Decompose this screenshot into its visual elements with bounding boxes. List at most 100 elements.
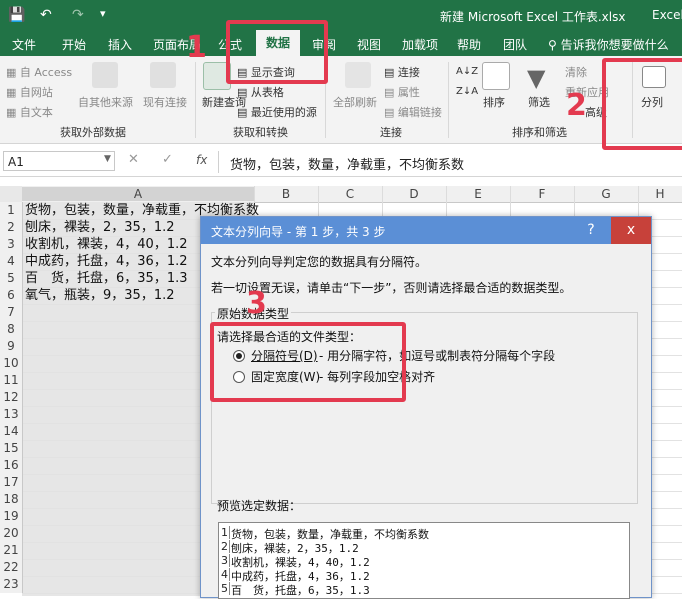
clear-button[interactable]: 清除: [565, 64, 587, 80]
save-icon[interactable]: 💾: [8, 7, 25, 23]
cell-a4[interactable]: 中成药，托盘，4，36，1.2: [25, 253, 188, 270]
row-header[interactable]: 15: [0, 440, 23, 457]
row-header[interactable]: 5: [0, 270, 23, 287]
column-header-h[interactable]: H: [638, 187, 682, 201]
window-title: 新建 Microsoft Excel 工作表.xlsx: [440, 10, 626, 24]
refresh-all-icon: [345, 62, 371, 88]
row-header[interactable]: 9: [0, 338, 23, 355]
properties-button[interactable]: ▤ 属性: [384, 84, 420, 100]
column-header-e[interactable]: E: [446, 187, 510, 201]
annotation-box-text-to-columns: [602, 58, 682, 150]
preview-box[interactable]: 1 货物，包装，数量，净载重，不均衡系数 2 刨床，裸装，2，35，1.2 3 收割机…: [218, 522, 630, 599]
connections-button[interactable]: ▤ 连接: [384, 64, 420, 80]
tab-view[interactable]: 视图: [357, 36, 381, 53]
row-header[interactable]: 16: [0, 457, 23, 474]
edit-links-button[interactable]: ▤ 编辑链接: [384, 104, 442, 120]
group-connections: 连接: [380, 126, 402, 139]
from-web-button[interactable]: ▦ 自网站: [6, 84, 53, 100]
column-header-a[interactable]: A: [22, 187, 254, 201]
select-all-corner[interactable]: [0, 186, 22, 202]
row-header[interactable]: 11: [0, 372, 23, 389]
row-header[interactable]: 13: [0, 406, 23, 423]
row-header[interactable]: 1: [0, 202, 23, 219]
row-header[interactable]: 12: [0, 389, 23, 406]
dialog-intro: 文本分列向导判定您的数据具有分隔符。: [211, 255, 428, 269]
preview-line-number: 3: [221, 554, 230, 567]
tab-file[interactable]: 文件: [12, 36, 36, 53]
filter-button[interactable]: 筛选: [528, 94, 550, 110]
row-header[interactable]: 21: [0, 542, 23, 559]
formula-bar: A1 ▼ ✕ ✓ fx 货物，包装，数量，净载重，不均衡系数: [0, 148, 682, 177]
sort-button[interactable]: 排序: [483, 94, 505, 110]
properties-label: 属性: [397, 86, 420, 99]
refresh-all-button[interactable]: 全部刷新: [333, 94, 377, 110]
row-header[interactable]: 17: [0, 474, 23, 491]
annotation-box-data-tab: [226, 20, 328, 84]
cell-a6[interactable]: 氧气，瓶装，9，35，1.2: [25, 287, 175, 304]
group-get-external-data: 获取外部数据: [60, 126, 126, 139]
tab-addins[interactable]: 加载项: [402, 36, 438, 53]
annotation-number-3: 3: [246, 286, 267, 321]
preview-line-number: 4: [221, 568, 230, 581]
enter-icon[interactable]: ✓: [162, 152, 173, 167]
recent-sources-button[interactable]: ▤ 最近使用的源: [237, 104, 317, 120]
cell-a3[interactable]: 收割机，裸装，4，40，1.2: [25, 236, 188, 253]
row-header[interactable]: 14: [0, 423, 23, 440]
column-header-c[interactable]: C: [318, 187, 382, 201]
other-sources-icon: [92, 62, 118, 88]
formula-input[interactable]: 货物，包装，数量，净载重，不均衡系数: [230, 154, 464, 173]
tell-me-search[interactable]: ⚲ 告诉我你想要做什么: [548, 36, 669, 53]
tab-team[interactable]: 团队: [503, 36, 527, 53]
column-header-b[interactable]: B: [254, 187, 318, 201]
annotation-number-2: 2: [566, 88, 587, 123]
name-box-dropdown-icon[interactable]: ▼: [104, 154, 111, 164]
annotation-number-1: 1: [186, 30, 207, 65]
existing-connections-button[interactable]: 现有连接: [143, 94, 187, 110]
other-sources-button[interactable]: 自其他来源: [78, 94, 133, 110]
column-header-d[interactable]: D: [382, 187, 446, 201]
sort-za-button[interactable]: Z↓A: [456, 86, 478, 97]
help-button[interactable]: ?: [576, 217, 606, 244]
redo-icon[interactable]: ↷: [72, 7, 84, 23]
row-header[interactable]: 18: [0, 491, 23, 508]
existing-connections-icon: [150, 62, 176, 88]
tab-help[interactable]: 帮助: [457, 36, 481, 53]
row-header[interactable]: 8: [0, 321, 23, 338]
tab-home[interactable]: 开始: [62, 36, 86, 53]
row-header[interactable]: 23: [0, 576, 23, 593]
dialog-title-bar[interactable]: 文本分列向导 - 第 1 步，共 3 步 ? x: [201, 217, 651, 244]
row-header[interactable]: 4: [0, 253, 23, 270]
title-bar: 💾 ↶ ↷ ▾ 新建 Microsoft Excel 工作表.xlsx Exce…: [0, 0, 682, 30]
preview-line-number: 5: [221, 582, 230, 595]
undo-icon[interactable]: ↶: [40, 7, 52, 23]
tab-insert[interactable]: 插入: [108, 36, 132, 53]
row-header[interactable]: 20: [0, 525, 23, 542]
column-header-f[interactable]: F: [510, 187, 574, 201]
column-header-g[interactable]: G: [574, 187, 638, 201]
from-table-label: 从表格: [250, 86, 284, 99]
name-box-value: A1: [8, 155, 24, 169]
from-text-button[interactable]: ▦ 自文本: [6, 104, 53, 120]
row-header[interactable]: 3: [0, 236, 23, 253]
from-access-button[interactable]: ▦ 自 Access: [6, 64, 72, 80]
row-header[interactable]: 10: [0, 355, 23, 372]
cancel-icon[interactable]: ✕: [128, 152, 139, 167]
close-button[interactable]: x: [611, 217, 651, 244]
from-table-button[interactable]: ▤ 从表格: [237, 84, 284, 100]
ribbon-separator: [195, 62, 196, 138]
row-header[interactable]: 2: [0, 219, 23, 236]
connections-label: 连接: [397, 66, 420, 79]
cell-a5[interactable]: 百 货，托盘，6，35，1.3: [25, 270, 188, 287]
cell-a2[interactable]: 刨床，裸装，2，35，1.2: [25, 219, 175, 236]
customize-qat-icon[interactable]: ▾: [100, 7, 106, 20]
sort-az-button[interactable]: A↓Z: [456, 66, 478, 77]
insert-function-icon[interactable]: fx: [196, 153, 207, 167]
row-header[interactable]: 19: [0, 508, 23, 525]
row-header[interactable]: 6: [0, 287, 23, 304]
row-header[interactable]: 7: [0, 304, 23, 321]
name-box[interactable]: A1: [3, 151, 115, 171]
from-text-label: 自文本: [19, 106, 53, 119]
row-header[interactable]: 22: [0, 559, 23, 576]
group-get-transform: 获取和转换: [233, 126, 288, 139]
from-web-label: 自网站: [19, 86, 53, 99]
